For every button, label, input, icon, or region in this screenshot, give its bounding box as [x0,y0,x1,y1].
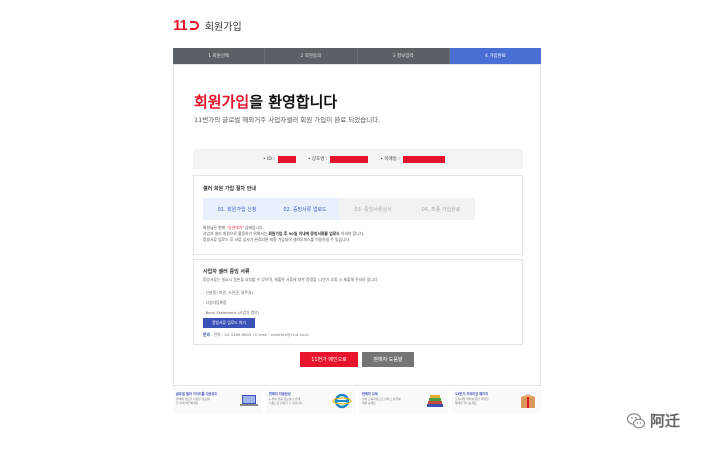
step-3: 3 정보입력 [357,48,450,64]
step-2: 2 약관동의 [265,48,358,64]
step-1: 1 회원선택 [173,48,266,64]
package-icon [521,394,535,408]
signup-flow: 01. 회원가입 신청 02. 증빙서류 업로드 03. 증빙서류심사 04. … [203,198,505,220]
logo-arc-icon [189,20,199,30]
action-buttons: 11번가 메인으로 판매자 도움말 [300,352,414,367]
welcome-subtitle: 11번가의 글로벌 해외거주 사업자셀러 회원 가입이 완료 되었습니다. [194,116,381,124]
contact-text: - 전화 : 02-3289-9605 / E-mail : sellerbiz… [211,332,310,337]
redacted-id [277,155,296,163]
deadline-b: 회원가입 후 90일 이내에 증빙서류를 업로드 [268,231,340,236]
promo-banners: 글로벌 셀러 가이드를 다운로드 판매에 필요한 다양한 정보를 한 번에 확인… [173,388,541,414]
upload-docs-button[interactable]: 증빙서류 업로드 하기 [203,318,255,328]
list-item: - 사업자등록증 [203,300,227,305]
account-info-bar: • ID : • 상호명 : • 이메일 : [193,149,523,169]
logo-mark: 11 [173,16,188,34]
flow-step-2: 02. 증빙서류 업로드 [271,198,339,220]
flow-step-1: 01. 회원가입 신청 [203,198,271,220]
completion-panel: 회원가입을 환영합니다 11번가의 글로벌 해외거주 사업자셀러 회원 가입이 … [173,64,541,386]
banner-title: 판매자 자동완성 [269,392,291,396]
redacted-email [402,155,445,163]
banner-title: 판매자 교육 [362,392,378,396]
status-badge: "승인대기" [226,225,244,230]
banner-desc: 프리미엄 셀러를 위한 특별한 혜택을 만나보세요 [455,397,489,405]
account-id: • ID : [263,155,296,163]
status-prefix: 회원님은 현재 [203,225,227,230]
seller-help-button[interactable]: 판매자 도움말 [362,352,414,367]
11st-logo[interactable]: 11 [173,17,199,34]
docs-desc: 증빙서류는 필요시 원본을 요청할 수 있으며, 제출한 서류에 대한 증명을 … [203,277,379,282]
docs-list: - 신분증 (여권, 시민권, 영주권) - 사업자등록증 - Bank Sta… [203,288,259,318]
required-docs-box: 사업자 셀러 증빙 서류 증빙서류는 필요시 원본을 요청할 수 있으며, 제출… [193,259,523,345]
signup-steps: 1 회원선택 2 약관동의 3 정보입력 4 가입완료 [173,48,541,64]
go-main-button[interactable]: 11번가 메인으로 [300,352,358,367]
docs-title: 사업자 셀러 증빙 서류 [203,269,250,275]
banner-premium[interactable]: 11번가 프리미엄 패키지 프리미엄 셀러를 위한 특별한 혜택을 만나보세요 [452,388,541,414]
flow-step-3: 03. 증빙서류심사 [339,198,407,220]
welcome-title: 회원가입을 환영합니다 [194,91,337,112]
page-header: 11 회원가입 [173,14,541,36]
contact-info: 문의 - 전화 : 02-3289-9605 / E-mail : seller… [203,332,309,338]
list-item: - Bank Statement (사업자 명의) [203,310,260,315]
banner-seller-guide[interactable]: 글로벌 셀러 가이드를 다운로드 판매에 필요한 다양한 정보를 한 번에 확인… [173,388,262,414]
deadline-c: 하셔야 합니다. [339,231,365,236]
contact-label: 문의 [203,332,210,337]
redacted-company [330,155,369,163]
guide-text: 회원님은 현재 "승인대기" 상태입니다. 사업자 셀러 회원으로 활동하기 위… [203,225,364,243]
watermark: 阿迁 [626,410,680,431]
wechat-icon [626,412,646,428]
account-company: • 상호명 : [307,155,369,163]
banner-desc: e-셀러 맞춤 정보를 손쉽게 자동으로 완성할 수 있습니다 [269,397,303,405]
list-item: - 신분증 (여권, 시민권, 영주권) [203,290,253,295]
books-icon [427,395,443,407]
step-4: 4 가입완료 [449,48,541,64]
guide-title: 셀러 회원 가입 절차 안내 [203,186,256,192]
review-line: 증빙서류 업로드 후 서류 심사가 완료되면 최종 가입되어 셀러오피스를 이용… [203,237,351,242]
welcome-title-highlight: 회원가입 [194,93,250,111]
banner-desc: 셀러 교육과정으로 판매 노하우를 배워 보세요 [362,397,401,405]
status-suffix: 상태입니다. [243,225,264,230]
account-email: • 이메일 : [380,155,445,163]
banner-desc: 판매에 필요한 다양한 정보를 한 번에 확인하세요 [176,397,210,405]
deadline-a: 사업자 셀러 회원으로 활동하기 위해서는 [203,231,269,236]
banner-title: 11번가 프리미엄 패키지 [455,392,489,396]
account-email-label: • 이메일 : [380,157,400,162]
laptop-icon [240,395,258,406]
account-company-label: • 상호명 : [307,157,328,162]
ie-browser-icon [332,393,352,409]
watermark-text: 阿迁 [650,412,681,430]
welcome-title-rest: 을 환영합니다 [249,93,338,111]
banner-title: 글로벌 셀러 가이드를 다운로드 [176,392,218,396]
flow-step-4: 04. 최종 가입완료 [407,198,475,220]
signup-guide-box: 셀러 회원 가입 절차 안내 01. 회원가입 신청 02. 증빙서류 업로드 … [193,175,523,255]
page-title: 회원가입 [204,21,242,33]
banner-education[interactable]: 판매자 교육 셀러 교육과정으로 판매 노하우를 배워 보세요 [359,388,448,414]
banner-autofill[interactable]: 판매자 자동완성 e-셀러 맞춤 정보를 손쉽게 자동으로 완성할 수 있습니다 [266,388,355,414]
account-id-label: • ID : [263,156,275,162]
